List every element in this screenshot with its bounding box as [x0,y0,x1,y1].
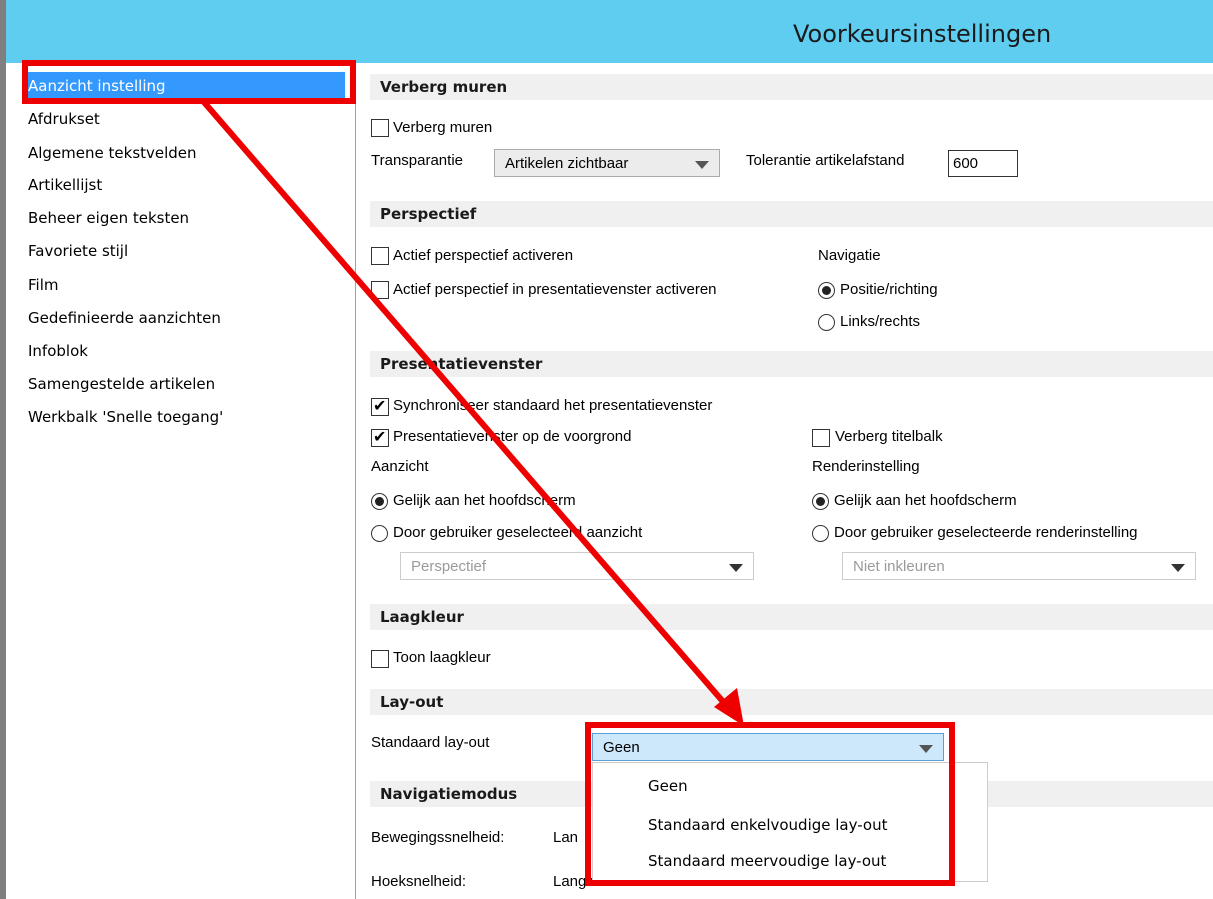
annotation-arrow-line [200,99,735,714]
annotation-arrow [200,99,744,726]
